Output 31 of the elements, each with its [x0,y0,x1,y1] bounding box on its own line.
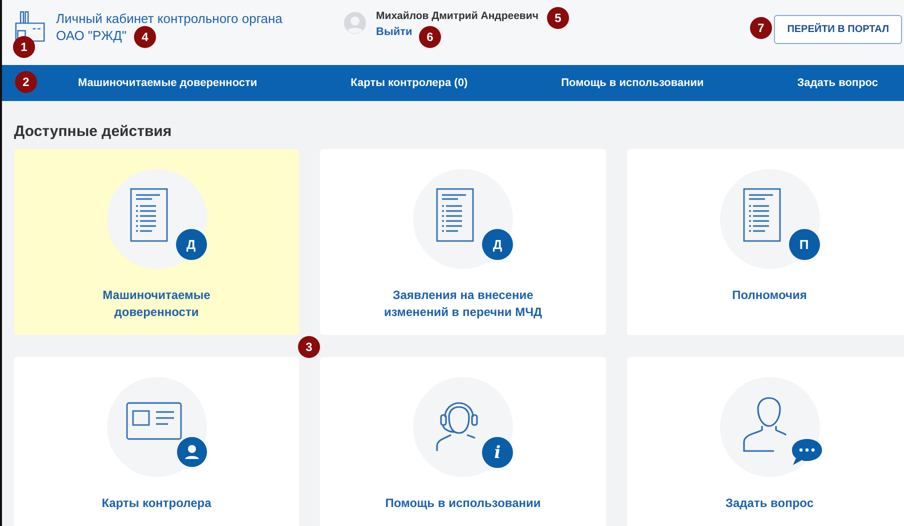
portal-button[interactable]: ПЕРЕЙТИ В ПОРТАЛ [774,15,902,44]
user-name: Михайлов Дмитрий Андреевич [376,10,538,22]
cabinet-title[interactable]: Личный кабинет контрольного органа [56,10,282,27]
card-title: Машиночитаемые доверенности [102,287,212,321]
nav-link[interactable]: Машиночитаемые доверенности [78,77,258,89]
action-card[interactable]: П Полномочия [627,149,904,335]
action-card[interactable]: Д Машиночитаемые доверенности [14,149,299,335]
nav-link[interactable]: Помощь в использовании [561,77,704,89]
card-title: Помощь в использовании [384,495,542,512]
card-title: Задать вопрос [724,495,815,512]
nav-link[interactable]: Задать вопрос [797,77,878,89]
logout-link[interactable]: Выйти [376,26,412,38]
action-card[interactable]: i Помощь в использовании [320,357,606,526]
letter-badge: i [482,437,513,468]
callout-number: 3 [298,336,320,358]
action-card[interactable]: Карты контролера [14,357,299,526]
avatar-icon [344,12,366,34]
card-title: Полномочия [731,287,808,304]
section-title: Доступные действия [14,123,173,140]
letter-badge: Д [176,229,206,260]
nav-link[interactable]: Карты контролера (0) [350,77,468,89]
letter-badge: Д [482,229,513,260]
card-title: Карты контролера [100,495,212,512]
organization-name[interactable]: ОАО "РЖД" [56,27,126,44]
factory-logo-icon [14,10,46,42]
speech-bubble-icon [790,437,824,467]
person-badge-icon [176,437,206,467]
action-card[interactable]: Д Заявления на внесение изменений в перечни МЧД [320,149,606,335]
action-card[interactable]: Задать вопрос [627,357,904,526]
card-title: Заявления на внесение изменений в перечни МЧД [382,287,544,321]
letter-badge: П [788,229,820,260]
